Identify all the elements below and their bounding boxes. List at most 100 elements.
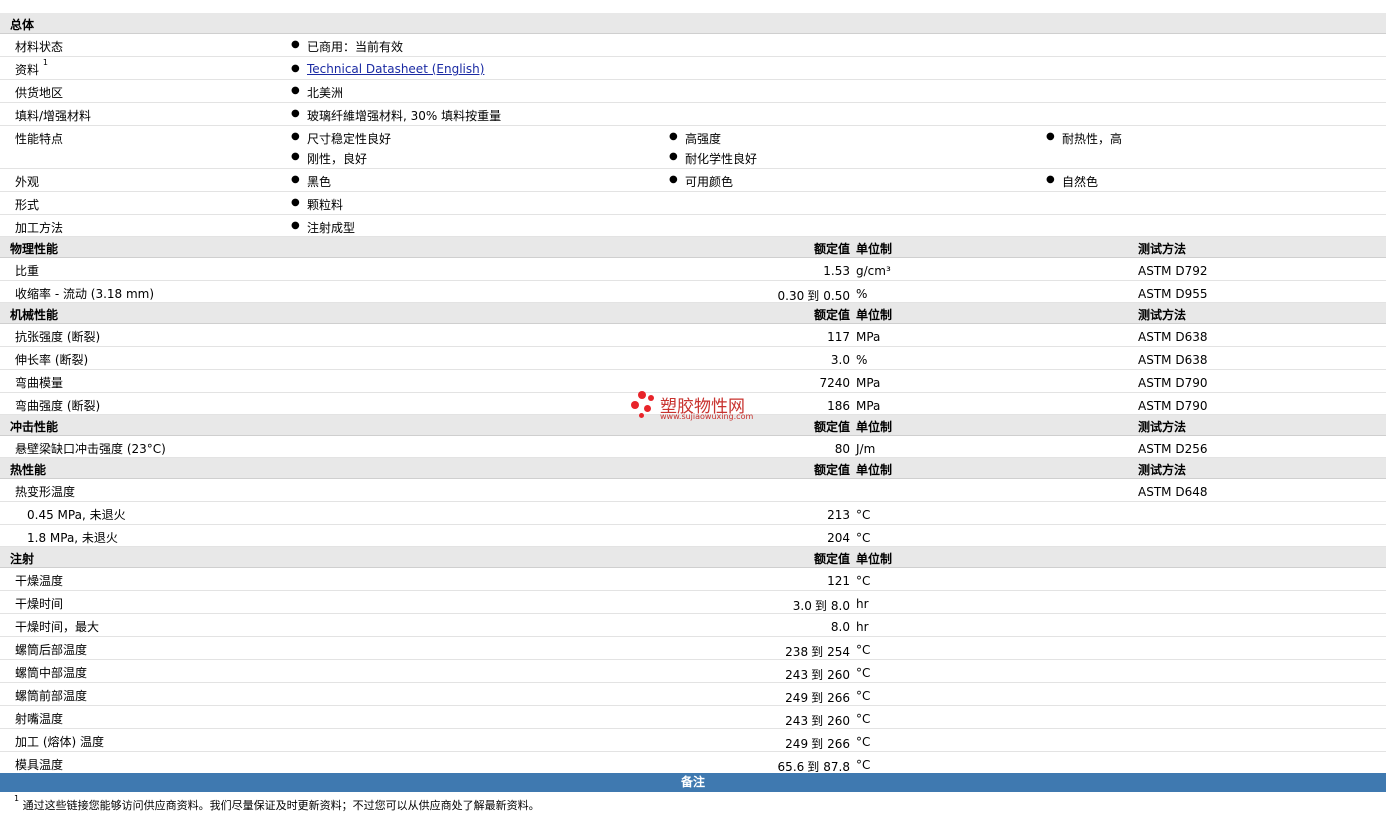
property-row: 抗张强度 (断裂) 117 MPa ASTM D638: [0, 324, 1386, 347]
property-label: 干燥温度: [15, 574, 64, 588]
property-label: 收缩率 - 流动 (3.18 mm): [15, 287, 155, 301]
property-value-range: 243 到 260: [785, 712, 850, 729]
property-unit: hr: [856, 597, 869, 611]
general-row-appearance: 外观 ● 黑色 ● 可用颜色 ● 自然色: [0, 169, 1386, 192]
property-unit: J/m: [856, 442, 876, 456]
column-header-method: 测试方法: [1138, 242, 1187, 256]
column-header-value: 额定值: [813, 463, 850, 477]
test-method: ASTM D648: [1138, 485, 1208, 499]
bullet-icon: ●: [291, 131, 300, 142]
general-row-filler: 填料/增强材料 ● 玻璃纤維增强材料, 30% 填料按重量: [0, 103, 1386, 126]
range-low: 249: [785, 737, 809, 751]
section-header-physical: 物理性能 额定值 单位制 测试方法: [0, 237, 1386, 258]
property-label: 螺筒中部温度: [15, 666, 88, 680]
property-unit: hr: [856, 620, 869, 634]
property-unit: °C: [856, 689, 871, 703]
logo-dot: [644, 405, 651, 412]
column-header-value: 额定值: [813, 552, 850, 566]
row-label: 填料/增强材料: [15, 109, 92, 123]
property-unit: °C: [856, 531, 871, 545]
range-low: 243: [785, 668, 809, 682]
row-label: 材料状态: [15, 40, 64, 54]
property-unit: °C: [856, 735, 871, 749]
top-border: [0, 0, 1386, 14]
property-row: 悬壁梁缺口冲击强度 (23°C) 80 J/m ASTM D256: [0, 436, 1386, 458]
bullet-icon: ●: [1046, 131, 1055, 142]
general-row-datasheet: 资料 1 ● Technical Datasheet (English): [0, 57, 1386, 80]
property-label: 弯曲模量: [15, 376, 64, 390]
property-value: 8.0: [830, 620, 850, 634]
section-header-mechanical: 机械性能 额定值 单位制 测试方法: [0, 303, 1386, 324]
test-method: ASTM D790: [1138, 399, 1208, 413]
bullet-icon: ●: [291, 220, 300, 231]
property-row: 1.8 MPa, 未退火 204 °C: [0, 525, 1386, 547]
test-method: ASTM D256: [1138, 442, 1208, 456]
property-row: 热变形温度 ASTM D648: [0, 479, 1386, 502]
column-header-value: 额定值: [813, 420, 850, 434]
property-value-range: 249 到 266: [785, 735, 850, 752]
logo-dot: [631, 401, 639, 409]
property-row: 螺筒中部温度 243 到 260 °C: [0, 660, 1386, 683]
property-value-range: 3.0 到 8.0: [793, 597, 850, 614]
footnote: 1 通过这些链接您能够访问供应商资料。我们尽量保证及时更新资料；不过您可以从供应…: [14, 794, 540, 813]
row-label-text: 资料: [15, 63, 40, 77]
section-header-injection: 注射 额定值 单位制: [0, 547, 1386, 568]
property-row: 螺筒后部温度 238 到 254 °C: [0, 637, 1386, 660]
property-value: 1.53: [823, 264, 850, 278]
range-to: 到: [807, 289, 820, 303]
property-value: 3.0: [830, 353, 850, 367]
row-label: 供货地区: [15, 86, 64, 100]
general-row-form: 形式 ● 颗粒料: [0, 192, 1386, 215]
column-header-method: 测试方法: [1138, 463, 1187, 477]
section-title: 总体: [10, 18, 35, 32]
property-row: 螺筒前部温度 249 到 266 °C: [0, 683, 1386, 706]
general-row-processing: 加工方法 ● 注射成型: [0, 215, 1386, 237]
watermark-url: www.sujiaowuxing.com: [660, 412, 754, 421]
property-row: 模具温度 65.6 到 87.8 °C: [0, 752, 1386, 774]
row-value: 玻璃纤維增强材料, 30% 填料按重量: [307, 109, 502, 123]
property-value: 213: [827, 508, 850, 522]
property-unit: °C: [856, 712, 871, 726]
range-to: 到: [807, 760, 820, 774]
technical-datasheet-link[interactable]: Technical Datasheet (English): [307, 62, 484, 76]
bullet-icon: ●: [1046, 174, 1055, 185]
bullet-icon: ●: [291, 108, 300, 119]
row-value: 高强度: [685, 132, 722, 146]
property-label: 螺筒后部温度: [15, 643, 88, 657]
general-row-status: 材料状态 ● 已商用：当前有效: [0, 34, 1386, 57]
property-unit: °C: [856, 666, 871, 680]
property-row: 比重 1.53 g/cm³ ASTM D792: [0, 258, 1386, 281]
general-row-features: 性能特点 ● 尺寸稳定性良好 ● 高强度 ● 耐热性，高 ● 刚性，良好 ● 耐…: [0, 126, 1386, 169]
property-label: 螺筒前部温度: [15, 689, 88, 703]
test-method: ASTM D792: [1138, 264, 1208, 278]
property-label: 抗张强度 (断裂): [15, 330, 101, 344]
section-header-thermal: 热性能 额定值 单位制 测试方法: [0, 458, 1386, 479]
property-unit: MPa: [856, 330, 881, 344]
test-method: ASTM D955: [1138, 287, 1208, 301]
property-unit: MPa: [856, 399, 881, 413]
range-high: 0.50: [823, 289, 850, 303]
footnote-mark: 1: [14, 794, 20, 803]
property-label: 加工 (熔体) 温度: [15, 735, 104, 749]
property-unit: °C: [856, 643, 871, 657]
property-sub-label: 1.8 MPa, 未退火: [27, 531, 118, 545]
property-label: 弯曲强度 (断裂): [15, 399, 101, 413]
property-unit: MPa: [856, 376, 881, 390]
property-label: 干燥时间: [15, 597, 64, 611]
row-value: 黑色: [307, 175, 332, 189]
range-high: 260: [827, 714, 850, 728]
row-label: 资料 1: [15, 58, 48, 78]
column-header-method: 测试方法: [1138, 308, 1187, 322]
property-label: 比重: [15, 264, 40, 278]
property-value: 204: [827, 531, 850, 545]
property-unit: g/cm³: [856, 264, 891, 278]
range-to: 到: [811, 691, 824, 705]
logo-dot: [638, 391, 646, 399]
row-value: 尺寸稳定性良好: [307, 132, 392, 146]
section-title: 冲击性能: [10, 420, 59, 434]
property-unit: °C: [856, 574, 871, 588]
property-unit: %: [856, 287, 868, 301]
range-high: 266: [827, 737, 850, 751]
bullet-icon: ●: [291, 85, 300, 96]
logo-dot: [648, 395, 654, 401]
